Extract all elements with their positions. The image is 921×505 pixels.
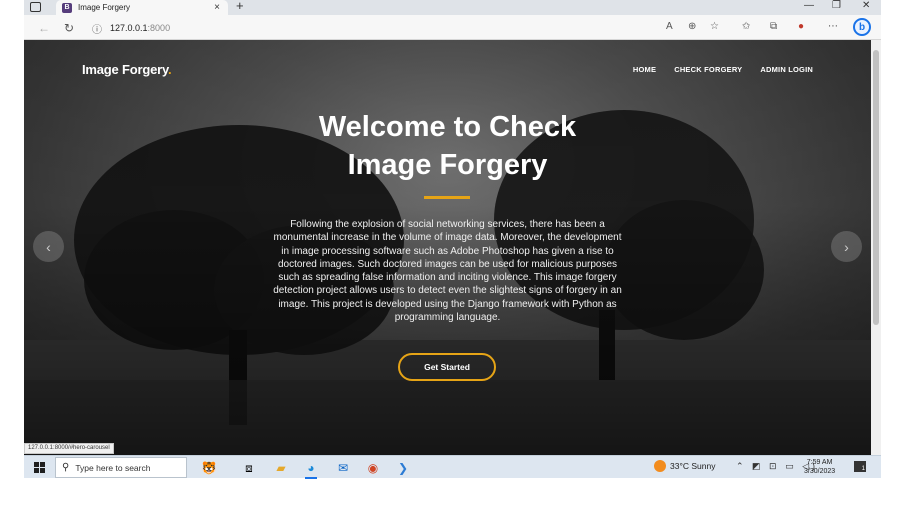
scrollbar-thumb[interactable] xyxy=(873,50,879,325)
bing-chat-icon[interactable]: b xyxy=(853,18,871,36)
get-started-button[interactable]: Get Started xyxy=(398,353,496,381)
taskbar-search-input[interactable]: ⚲ Type here to search xyxy=(55,457,187,478)
tab-title: Image Forgery xyxy=(78,3,131,12)
restore-icon[interactable]: ❐ xyxy=(832,0,841,11)
zoom-icon[interactable]: ⊕ xyxy=(688,21,696,32)
sun-icon xyxy=(654,460,666,472)
taskbar-clock[interactable]: 7:59 AM 3/30/2023 xyxy=(804,458,835,476)
weather-widget[interactable]: 33°C Sunny xyxy=(654,460,715,472)
search-icon: ⚲ xyxy=(62,462,70,473)
edge-icon[interactable]: ◕ xyxy=(302,459,320,479)
hero-carousel: Image Forgery. HOME CHECK FORGERY ADMIN … xyxy=(24,40,871,455)
carousel-prev-icon[interactable]: ‹ xyxy=(33,231,64,262)
search-highlight-icon[interactable]: 🐯 xyxy=(192,459,226,477)
address-toolbar: ← ↻ ⓘ 127.0.0.1:8000 A ⊕ ☆ ✩ ⧉ ● ⋯ b xyxy=(24,15,881,40)
close-window-icon[interactable]: ✕ xyxy=(862,0,870,11)
file-explorer-icon[interactable]: ▰ xyxy=(272,459,290,477)
nav-check-forgery[interactable]: CHECK FORGERY xyxy=(674,65,742,74)
windows-taskbar: ⚲ Type here to search 🐯 ⧈ ▰ ◕ ✉ ◉ ❯ 33°C… xyxy=(24,455,881,479)
browser-tab-bar: B Image Forgery × + — ❐ ✕ xyxy=(24,0,881,15)
url-text: 127.0.0.1:8000 xyxy=(110,23,171,33)
tab-actions-icon[interactable] xyxy=(30,2,41,12)
extension-icon[interactable]: ● xyxy=(798,21,804,32)
close-tab-icon[interactable]: × xyxy=(214,2,220,13)
task-view-icon[interactable]: ⧈ xyxy=(240,459,258,477)
more-icon[interactable]: ⋯ xyxy=(828,21,838,32)
new-tab-icon[interactable]: + xyxy=(236,0,244,13)
nav-admin-login[interactable]: ADMIN LOGIN xyxy=(760,65,813,74)
browser-tab[interactable]: B Image Forgery × xyxy=(56,0,228,15)
collections-icon[interactable]: ⧉ xyxy=(770,21,777,32)
minimize-icon[interactable]: — xyxy=(804,0,814,11)
favorites-bar-icon[interactable]: ✩ xyxy=(742,21,750,32)
powerpoint-icon[interactable]: ◉ xyxy=(364,459,382,477)
url-bar[interactable]: ⓘ 127.0.0.1:8000 xyxy=(92,20,592,36)
carousel-next-icon[interactable]: › xyxy=(831,231,862,262)
main-nav: HOME CHECK FORGERY ADMIN LOGIN xyxy=(633,65,813,74)
mail-icon[interactable]: ✉ xyxy=(334,459,352,477)
hero-description: Following the explosion of social networ… xyxy=(273,219,622,324)
hero-title: Welcome to Check Image Forgery xyxy=(318,111,577,181)
page-scrollbar[interactable] xyxy=(871,40,881,455)
notification-icon[interactable]: 1 xyxy=(854,461,866,472)
back-icon[interactable]: ← xyxy=(38,21,50,35)
site-info-icon[interactable]: ⓘ xyxy=(92,21,102,36)
vscode-icon[interactable]: ❯ xyxy=(394,459,412,477)
bootstrap-favicon-icon: B xyxy=(62,2,72,13)
nav-home[interactable]: HOME xyxy=(633,65,656,74)
link-status-bar: 127.0.0.1:8000/#hero-carousel xyxy=(24,443,114,454)
site-logo[interactable]: Image Forgery. xyxy=(82,62,172,77)
read-aloud-icon[interactable]: A xyxy=(666,21,673,32)
windows-start-icon[interactable] xyxy=(34,462,45,473)
favorite-icon[interactable]: ☆ xyxy=(710,21,719,32)
title-divider xyxy=(424,196,470,199)
refresh-icon[interactable]: ↻ xyxy=(64,21,74,35)
